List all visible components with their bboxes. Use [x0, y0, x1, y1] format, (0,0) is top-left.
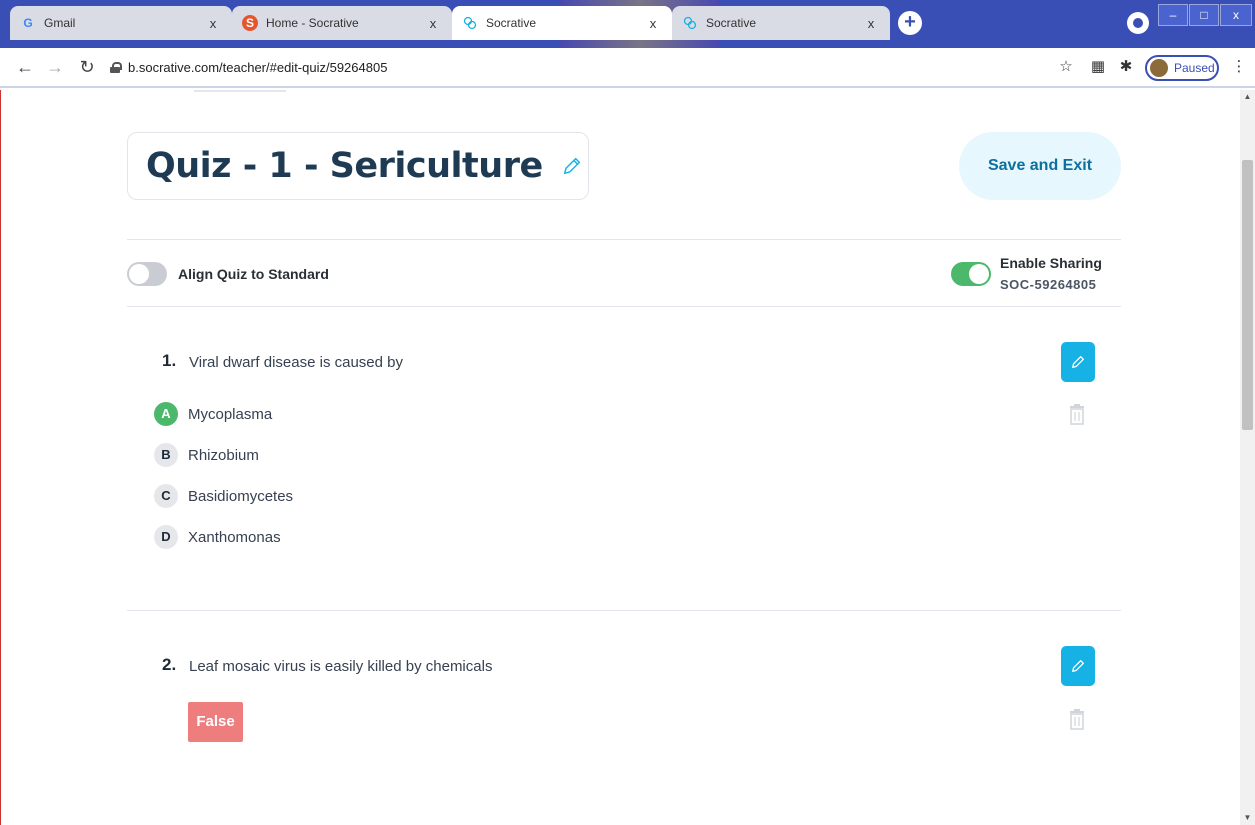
answer-false-badge: False	[188, 702, 243, 742]
forward-icon[interactable]: →	[44, 56, 66, 78]
profile-paused-button[interactable]: Paused	[1145, 55, 1219, 81]
question-number: 1.	[162, 351, 177, 370]
url-field[interactable]: b.socrative.com/teacher/#edit-quiz/59264…	[110, 54, 1070, 80]
delete-question-trash-icon[interactable]	[1068, 403, 1086, 425]
tab-title: Home - Socrative	[266, 16, 359, 30]
address-bar: ← → ↻ b.socrative.com/teacher/#edit-quiz…	[0, 48, 1255, 88]
maximize-button[interactable]: □	[1189, 4, 1219, 26]
scroll-down-arrow-icon[interactable]: ▼	[1240, 811, 1255, 825]
url-text: b.socrative.com/teacher/#edit-quiz/59264…	[128, 59, 388, 75]
answer-choice: B Rhizobium	[154, 443, 259, 467]
pencil-icon	[1072, 660, 1084, 672]
close-tab-icon[interactable]: x	[644, 16, 662, 31]
avatar	[1150, 59, 1168, 77]
edit-question-button[interactable]	[1061, 342, 1095, 382]
close-tab-icon[interactable]: x	[424, 16, 442, 31]
apps-grid-icon[interactable]: ▦	[1088, 57, 1108, 77]
reload-icon[interactable]: ↻	[76, 56, 98, 78]
bookmark-star-icon[interactable]: ☆	[1056, 57, 1076, 77]
socrative-icon	[682, 15, 698, 31]
sharing-code: SOC-59264805	[1000, 277, 1097, 292]
pencil-icon	[1072, 356, 1084, 368]
edit-title-pencil-icon[interactable]	[561, 155, 583, 177]
profile-menu-icon[interactable]	[1127, 12, 1149, 34]
tab-title: Socrative	[706, 16, 757, 30]
close-tab-icon[interactable]: x	[204, 16, 222, 31]
divider	[127, 239, 1121, 240]
answer-choice: A Mycoplasma	[154, 402, 272, 426]
choice-text: Basidiomycetes	[188, 487, 294, 505]
divider	[127, 610, 1121, 611]
save-and-exit-button[interactable]: Save and Exit	[959, 132, 1121, 200]
choice-text: Mycoplasma	[188, 405, 273, 423]
align-standard-toggle[interactable]	[127, 262, 167, 286]
edit-question-button[interactable]	[1061, 646, 1095, 686]
answer-choice: D Xanthomonas	[154, 525, 281, 549]
new-tab-button[interactable]: +	[898, 11, 922, 35]
browser-titlebar: G Gmail x S Home - Socrative x Socrative…	[0, 0, 1255, 48]
delete-question-trash-icon[interactable]	[1068, 708, 1086, 730]
choice-letter: D	[154, 525, 178, 549]
answer-choice: C Basidiomycetes	[154, 484, 293, 508]
question-number: 2.	[162, 655, 177, 674]
tab-socrative-active[interactable]: Socrative x	[452, 6, 672, 40]
quiz-title: Quiz - 1 - Sericulture	[146, 146, 543, 186]
choice-letter: C	[154, 484, 178, 508]
align-standard-label: Align Quiz to Standard	[178, 266, 329, 282]
question-text: Leaf mosaic virus is easily killed by ch…	[189, 658, 493, 675]
choice-text: Xanthomonas	[188, 528, 281, 546]
socrative-icon	[462, 15, 478, 31]
more-menu-icon[interactable]: ⋮	[1229, 57, 1249, 77]
minimize-button[interactable]: –	[1158, 4, 1188, 26]
close-window-button[interactable]: x	[1220, 4, 1252, 26]
tab-socrative[interactable]: Socrative x	[672, 6, 890, 40]
tab-title: Socrative	[486, 16, 537, 30]
enable-sharing-toggle[interactable]	[951, 262, 991, 286]
vertical-scrollbar[interactable]: ▲ ▼	[1240, 90, 1255, 825]
choice-letter-correct: A	[154, 402, 178, 426]
choice-text: Rhizobium	[188, 446, 259, 464]
gmail-icon: G	[23, 16, 33, 30]
enable-sharing-label: Enable Sharing	[1000, 255, 1102, 271]
back-icon[interactable]: ←	[14, 56, 36, 78]
scroll-up-arrow-icon[interactable]: ▲	[1240, 90, 1255, 104]
header-tab-indicator	[194, 90, 286, 92]
tab-title: Gmail	[44, 16, 76, 30]
extensions-icon[interactable]: ✱	[1116, 57, 1136, 77]
close-tab-icon[interactable]: x	[862, 16, 880, 31]
profile-status-label: Paused	[1174, 61, 1215, 75]
divider	[127, 306, 1121, 307]
choice-letter: B	[154, 443, 178, 467]
question-text: Viral dwarf disease is caused by	[189, 354, 403, 371]
page-viewport: Quiz - 1 - Sericulture Save and Exit Ali…	[0, 90, 1240, 825]
tab-home-socrative[interactable]: S Home - Socrative x	[232, 6, 452, 40]
socrative-s-icon: S	[242, 15, 258, 31]
lock-icon	[110, 61, 122, 73]
scrollbar-thumb[interactable]	[1242, 160, 1253, 430]
tab-gmail[interactable]: G Gmail x	[10, 6, 232, 40]
quiz-title-field[interactable]: Quiz - 1 - Sericulture	[127, 132, 589, 200]
